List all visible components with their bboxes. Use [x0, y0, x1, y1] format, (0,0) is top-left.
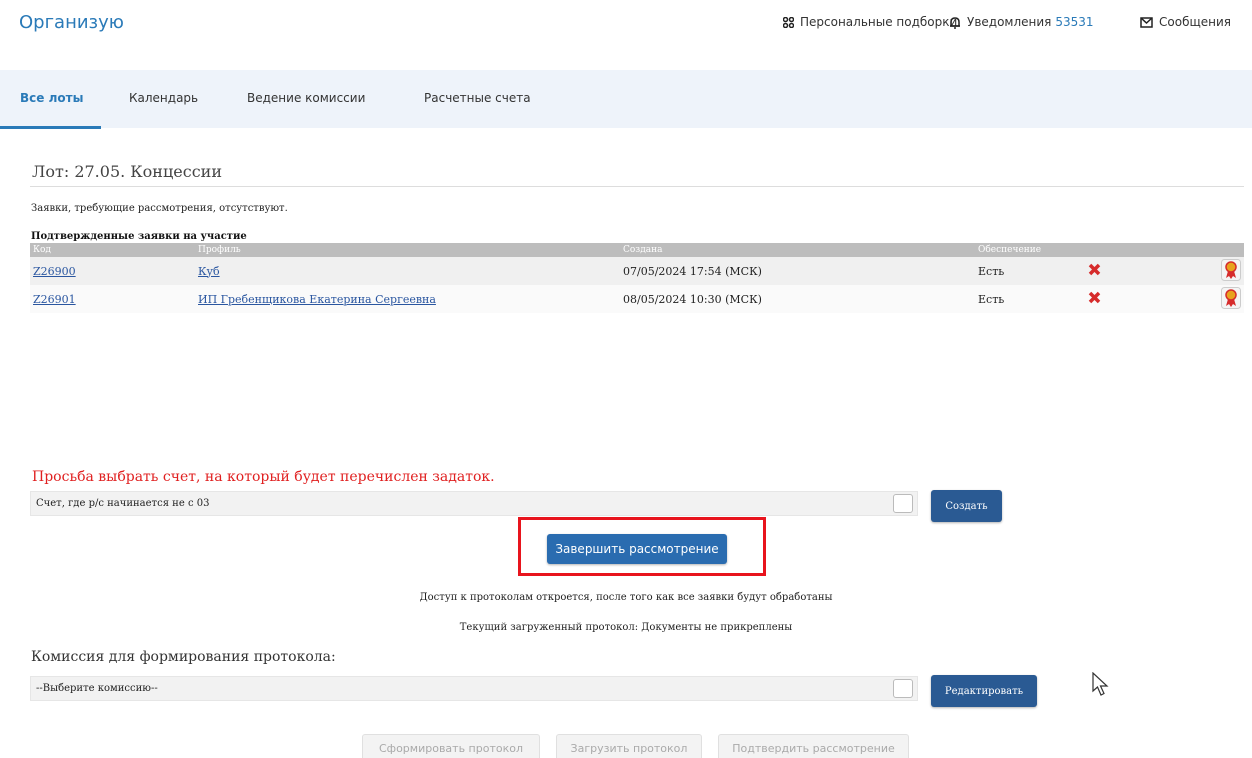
form-protocol-button[interactable]: Сформировать протокол	[362, 734, 540, 758]
application-code-link[interactable]: Z26901	[33, 293, 76, 306]
security-cell: Есть	[975, 285, 1085, 313]
commission-select-value: --Выберите комиссию--	[36, 683, 158, 694]
tab-all-lots[interactable]: Все лоты	[20, 91, 83, 105]
security-cell: Есть	[975, 257, 1085, 285]
personal-selections-label: Персональные подборки	[800, 15, 958, 29]
header-profile: Профиль	[195, 243, 620, 257]
bell-icon	[950, 16, 960, 29]
dropdown-toggle[interactable]	[893, 679, 913, 698]
table-row: Z26901 ИП Гребенщикова Екатерина Сергеев…	[30, 285, 1244, 313]
table-row: Z26900 Куб 07/05/2024 17:54 (МСК) Есть	[30, 257, 1244, 285]
edit-commission-button[interactable]: Редактировать	[931, 675, 1037, 707]
tab-commission[interactable]: Ведение комиссии	[247, 91, 365, 105]
dropdown-toggle[interactable]	[893, 494, 913, 513]
account-prompt: Просьба выбрать счет, на который будет п…	[32, 469, 495, 485]
confirm-review-button[interactable]: Подтвердить рассмотрение	[718, 734, 909, 758]
table-header-row: Код Профиль Создана Обеспечение	[30, 243, 1244, 257]
upload-protocol-button[interactable]: Загрузить протокол	[556, 734, 702, 758]
account-select[interactable]: Счет, где р/с начинается не с 03	[30, 491, 918, 516]
commission-select[interactable]: --Выберите комиссию--	[30, 676, 918, 701]
award-badge-icon[interactable]	[1221, 286, 1241, 309]
created-cell: 07/05/2024 17:54 (МСК)	[620, 257, 975, 285]
brand-logo[interactable]: Организую	[19, 12, 124, 33]
no-pending-note: Заявки, требующие рассмотрения, отсутств…	[31, 203, 288, 214]
create-account-button[interactable]: Создать	[931, 490, 1002, 522]
lot-title: Лот: 27.05. Концессии	[32, 162, 222, 181]
tab-calendar[interactable]: Календарь	[129, 91, 198, 105]
applications-table: Код Профиль Создана Обеспечение Z26900 К…	[30, 243, 1244, 313]
confirmed-heading: Подтвержденные заявки на участие	[31, 231, 247, 242]
header-code: Код	[30, 243, 195, 257]
commission-label: Комиссия для формирования протокола:	[31, 649, 336, 665]
grid-dots-icon	[783, 16, 794, 28]
notifications-link[interactable]: Уведомления 53531	[949, 15, 1094, 29]
profile-link[interactable]: Куб	[198, 265, 220, 278]
profile-link[interactable]: ИП Гребенщикова Екатерина Сергеевна	[198, 293, 436, 306]
award-badge-icon[interactable]	[1221, 258, 1241, 281]
reject-icon[interactable]	[1088, 291, 1101, 304]
mouse-cursor-icon	[1092, 672, 1109, 696]
notifications-label: Уведомления	[967, 15, 1052, 29]
tabs-bar: Все лоты Календарь Ведение комиссии Расч…	[0, 70, 1252, 128]
personal-selections-link[interactable]: Персональные подборки	[783, 15, 957, 29]
envelope-icon	[1140, 16, 1153, 28]
access-note: Доступ к протоколам откроется, после тог…	[419, 592, 833, 603]
finish-review-button[interactable]: Завершить рассмотрение	[547, 534, 727, 564]
messages-label: Сообщения	[1159, 15, 1232, 29]
header-created: Создана	[620, 243, 975, 257]
application-code-link[interactable]: Z26900	[33, 265, 76, 278]
account-select-value: Счет, где р/с начинается не с 03	[36, 498, 210, 509]
reject-icon[interactable]	[1088, 263, 1101, 276]
notifications-count: 53531	[1055, 15, 1094, 29]
divider	[30, 186, 1244, 187]
messages-link[interactable]: Сообщения	[1140, 15, 1231, 29]
header-security: Обеспечение	[975, 243, 1085, 257]
current-protocol-note: Текущий загруженный протокол: Документы …	[459, 622, 793, 633]
tab-accounts[interactable]: Расчетные счета	[424, 91, 531, 105]
active-tab-indicator	[0, 126, 101, 129]
created-cell: 08/05/2024 10:30 (МСК)	[620, 285, 975, 313]
